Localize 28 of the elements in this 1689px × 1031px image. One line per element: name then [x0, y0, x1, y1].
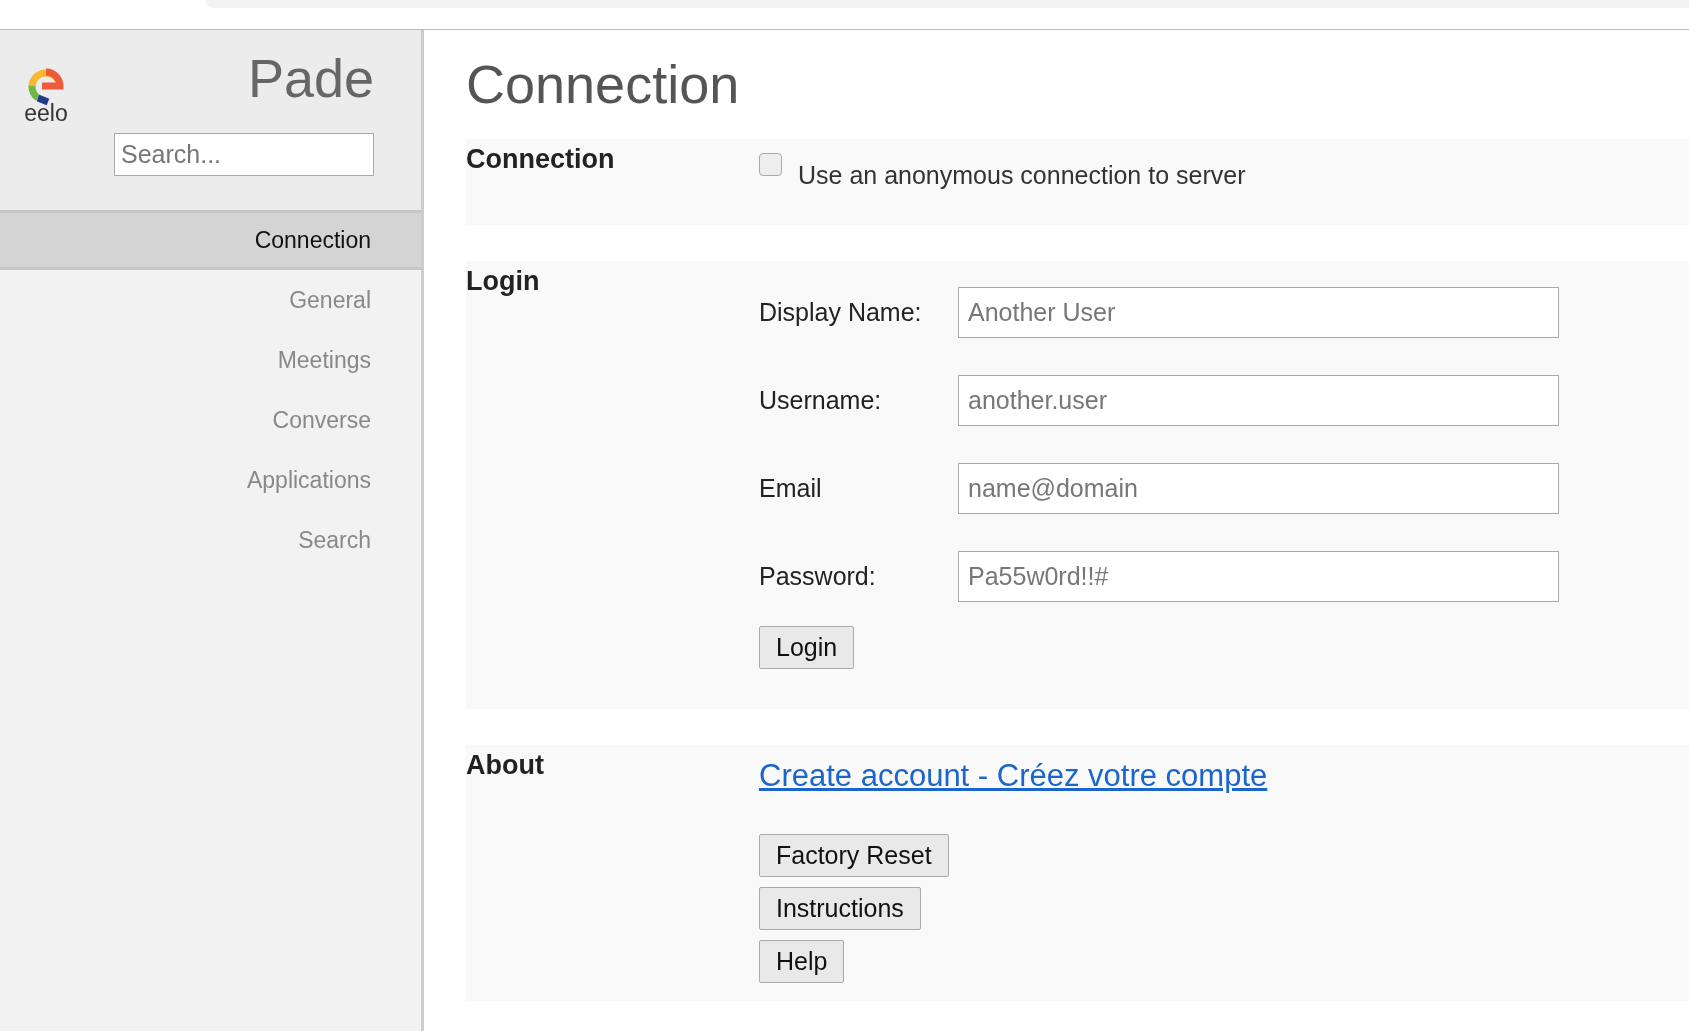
- create-account-link[interactable]: Create account - Créez votre compte: [759, 752, 1268, 800]
- app-title: Pade: [247, 47, 374, 110]
- nav-item[interactable]: General: [0, 270, 421, 330]
- checkbox-label: Use an anonymous connection to server: [798, 159, 1246, 191]
- input-field[interactable]: another.user: [958, 375, 1559, 427]
- search-field[interactable]: Search...: [114, 132, 374, 176]
- nav-item[interactable]: Applications: [0, 450, 421, 510]
- field-label: Display Name:: [759, 297, 923, 329]
- input-field[interactable]: name@domain: [958, 463, 1559, 515]
- logo-text: eelo: [24, 102, 68, 125]
- section-title: Login: [466, 264, 540, 298]
- nav-item[interactable]: Search: [0, 510, 421, 570]
- nav-item[interactable]: Connection: [0, 210, 421, 270]
- input-field[interactable]: Another User: [958, 287, 1559, 339]
- nav-item[interactable]: Meetings: [0, 330, 421, 390]
- section-title: About: [466, 748, 544, 782]
- field-label: Username:: [759, 385, 883, 417]
- action-button[interactable]: Factory Reset: [759, 834, 949, 878]
- nav-item[interactable]: Converse: [0, 390, 421, 450]
- action-button[interactable]: Instructions: [759, 887, 921, 931]
- field-label: Email: [759, 473, 823, 505]
- checkbox[interactable]: [759, 152, 782, 176]
- login-button[interactable]: Login: [759, 625, 855, 669]
- page-title: Connection: [466, 53, 740, 116]
- field-label: Password:: [759, 561, 877, 593]
- input-field[interactable]: Pa55w0rd!!#: [958, 551, 1559, 603]
- section-title: Connection: [466, 142, 615, 176]
- action-button[interactable]: Help: [759, 940, 845, 984]
